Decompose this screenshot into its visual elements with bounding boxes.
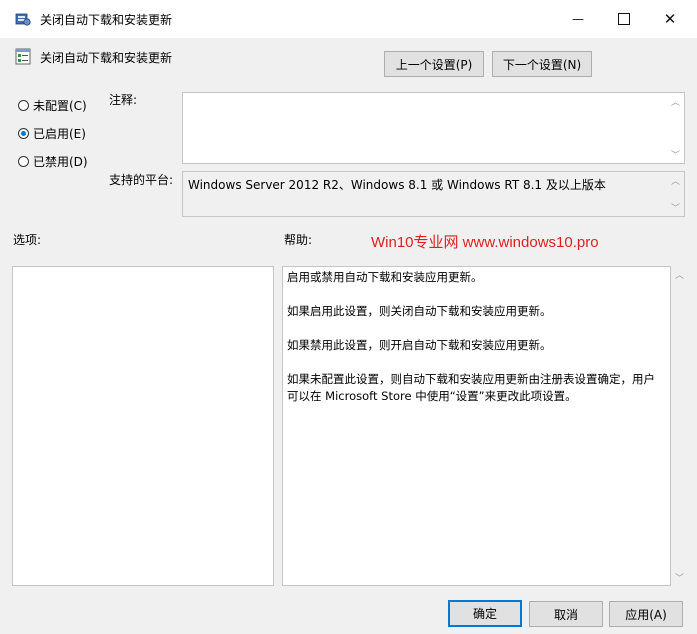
comment-label: 注释: bbox=[109, 93, 138, 107]
group-policy-icon bbox=[15, 11, 31, 27]
help-panel: 启用或禁用自动下载和安装应用更新。 如果启用此设置，则关闭自动下载和安装应用更新… bbox=[282, 266, 671, 586]
comment-scrollbar[interactable]: ︿ ﹀ bbox=[667, 93, 684, 163]
comment-textarea[interactable]: ︿ ﹀ bbox=[182, 92, 685, 164]
platform-label: 支持的平台: bbox=[109, 173, 174, 187]
watermark-text: Win10专业网 www.windows10.pro bbox=[371, 234, 599, 251]
help-paragraph: 启用或禁用自动下载和安装应用更新。 bbox=[287, 270, 483, 284]
platform-scrollbar[interactable]: ︿ ﹀ bbox=[667, 172, 684, 216]
scroll-down-icon[interactable]: ﹀ bbox=[667, 201, 684, 214]
scroll-up-icon[interactable]: ︿ bbox=[671, 268, 688, 281]
maximize-icon bbox=[618, 13, 630, 25]
help-paragraph: 如果未配置此设置，则自动下载和安装应用更新由注册表设置确定，用户可以在 Micr… bbox=[287, 372, 655, 403]
radio-not-configured[interactable]: 未配置(C) bbox=[18, 97, 87, 114]
radio-enabled-circle[interactable] bbox=[18, 128, 29, 139]
radio-enabled[interactable]: 已启用(E) bbox=[18, 125, 86, 142]
ok-button[interactable]: 确定 bbox=[448, 600, 522, 627]
help-paragraph: 如果启用此设置，则关闭自动下载和安装应用更新。 bbox=[287, 304, 552, 318]
options-label: 选项: bbox=[13, 233, 42, 247]
help-paragraph: 如果禁用此设置，则开启自动下载和安装应用更新。 bbox=[287, 338, 552, 352]
minimize-icon: — bbox=[572, 12, 584, 26]
next-setting-button[interactable]: 下一个设置(N) bbox=[492, 51, 592, 77]
help-scrollbar[interactable]: ︿ ﹀ bbox=[671, 266, 688, 586]
policy-title: 关闭自动下载和安装更新 bbox=[40, 51, 173, 65]
radio-not-configured-circle[interactable] bbox=[18, 100, 29, 111]
help-content: 启用或禁用自动下载和安装应用更新。 如果启用此设置，则关闭自动下载和安装应用更新… bbox=[287, 269, 655, 422]
scroll-up-icon[interactable]: ︿ bbox=[667, 174, 684, 187]
radio-disabled[interactable]: 已禁用(D) bbox=[18, 153, 88, 170]
maximize-button[interactable] bbox=[601, 0, 647, 38]
radio-enabled-label: 已启用(E) bbox=[33, 127, 86, 141]
scroll-down-icon[interactable]: ﹀ bbox=[671, 571, 688, 584]
radio-not-configured-label: 未配置(C) bbox=[33, 99, 87, 113]
minimize-button[interactable]: — bbox=[555, 0, 601, 38]
cancel-button[interactable]: 取消 bbox=[529, 601, 603, 627]
previous-setting-button[interactable]: 上一个设置(P) bbox=[384, 51, 484, 77]
scroll-down-icon[interactable]: ﹀ bbox=[667, 148, 684, 161]
close-button[interactable]: ✕ bbox=[647, 0, 693, 38]
radio-disabled-label: 已禁用(D) bbox=[33, 155, 88, 169]
platform-field: Windows Server 2012 R2、Windows 8.1 或 Win… bbox=[182, 171, 685, 217]
platform-value: Windows Server 2012 R2、Windows 8.1 或 Win… bbox=[188, 178, 606, 192]
scroll-up-icon[interactable]: ︿ bbox=[667, 95, 684, 108]
apply-button[interactable]: 应用(A) bbox=[609, 601, 683, 627]
window-title: 关闭自动下载和安装更新 bbox=[40, 13, 173, 27]
radio-disabled-circle[interactable] bbox=[18, 156, 29, 167]
policy-setting-icon bbox=[15, 48, 32, 65]
close-icon: ✕ bbox=[663, 10, 677, 28]
help-label: 帮助: bbox=[284, 233, 313, 247]
options-panel bbox=[12, 266, 274, 586]
